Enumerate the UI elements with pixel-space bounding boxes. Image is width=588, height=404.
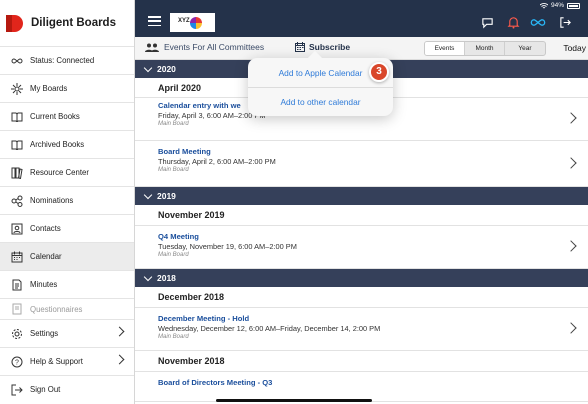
sidebar-item-label: Sign Out	[30, 385, 61, 394]
brand: Diligent Boards	[0, 0, 134, 47]
event-board: Main Board	[158, 252, 189, 258]
chevron-down-icon	[143, 190, 153, 199]
view-segmented-control: Events Month Year	[424, 41, 546, 56]
minutes-icon	[11, 279, 23, 291]
sidebar-item-settings[interactable]: Settings	[0, 320, 134, 347]
calendar-subscribe-icon	[295, 42, 305, 52]
sidebar-item-my-boards[interactable]: My Boards	[0, 75, 134, 102]
sidebar-item-minutes[interactable]: Minutes	[0, 271, 134, 298]
year-label: 2018	[157, 273, 176, 283]
device-status-bar: 94%	[539, 2, 580, 9]
sidebar-item-label: Contacts	[30, 224, 61, 233]
archive-book-icon	[11, 139, 23, 151]
sidebar-item-label: Settings	[30, 329, 59, 338]
view-month-tab[interactable]: Month	[465, 42, 505, 55]
home-indicator	[216, 399, 372, 402]
committee-filter-label: Events For All Committees	[164, 42, 265, 52]
brand-name: Diligent Boards	[31, 17, 116, 29]
month-header: December 2018	[135, 287, 588, 308]
boards-icon	[11, 82, 23, 95]
svg-text:?: ?	[15, 359, 19, 366]
gear-icon	[11, 328, 23, 340]
event-row[interactable]: Board of Directors Meeting - Q3	[135, 372, 588, 402]
sidebar-item-label: Resource Center	[30, 168, 89, 177]
sidebar-item-questionnaires[interactable]: Questionnaires	[0, 299, 134, 319]
sidebar-item-label: Minutes	[30, 280, 58, 289]
org-logo-circle-icon	[189, 16, 202, 29]
month-header: November 2018	[135, 351, 588, 372]
chevron-down-icon	[143, 63, 153, 72]
org-logo-text: XYZ	[178, 18, 190, 24]
calendar-toolbar: Events For All Committees Subscribe Even…	[135, 37, 588, 60]
top-header: XYZ 94%	[135, 0, 588, 37]
sidebar-item-help[interactable]: ? Help & Support	[0, 348, 134, 375]
event-row[interactable]: Board Meeting Thursday, April 2, 6:00 AM…	[135, 141, 588, 187]
sidebar-item-label: Help & Support	[30, 357, 83, 366]
chevron-right-icon	[114, 354, 125, 365]
year-header[interactable]: 2018	[135, 269, 588, 287]
organization-logo: XYZ	[170, 13, 215, 32]
sidebar-item-nominations[interactable]: Nominations	[0, 187, 134, 214]
sidebar-item-label: Calendar	[30, 252, 62, 261]
sign-out-icon	[11, 384, 23, 396]
view-events-tab[interactable]: Events	[425, 42, 465, 55]
chat-icon[interactable]	[481, 16, 494, 29]
sync-status-icon[interactable]	[530, 16, 546, 29]
committee-people-icon	[145, 43, 159, 52]
sidebar-item-contacts[interactable]: Contacts	[0, 215, 134, 242]
event-board: Main Board	[158, 167, 189, 173]
contacts-icon	[11, 223, 23, 235]
sidebar-item-label: Archived Books	[30, 140, 85, 149]
subscribe-button[interactable]: Subscribe	[295, 42, 350, 52]
sidebar-item-calendar[interactable]: Calendar	[0, 243, 134, 270]
battery-icon	[567, 2, 580, 9]
committee-filter[interactable]: Events For All Committees	[145, 42, 264, 52]
event-title: Board of Directors Meeting - Q3	[158, 378, 273, 387]
today-button[interactable]: Today	[563, 43, 586, 53]
event-time: Thursday, April 2, 6:00 AM–2:00 PM	[158, 157, 276, 166]
sidebar-item-label: My Boards	[30, 84, 68, 93]
event-title: Q4 Meeting	[158, 232, 199, 241]
event-board: Main Board	[158, 334, 189, 340]
event-row[interactable]: Q4 Meeting Tuesday, November 19, 6:00 AM…	[135, 226, 588, 269]
month-header: November 2019	[135, 205, 588, 226]
exit-icon[interactable]	[559, 16, 572, 29]
event-time: Wednesday, December 12, 6:00 AM–Friday, …	[158, 324, 381, 333]
add-to-other-calendar-option[interactable]: Add to other calendar	[248, 87, 393, 116]
event-board: Main Board	[158, 121, 189, 127]
sidebar: Diligent Boards Status: Connected My Boa…	[0, 0, 135, 404]
chevron-right-icon	[114, 326, 125, 337]
sidebar-item-archived-books[interactable]: Archived Books	[0, 131, 134, 158]
chevron-down-icon	[143, 272, 153, 281]
event-title: December Meeting - Hold	[158, 314, 250, 323]
sidebar-item-current-books[interactable]: Current Books	[0, 103, 134, 130]
battery-percent: 94%	[550, 2, 564, 9]
questionnaire-icon	[11, 303, 23, 315]
calendar-icon	[11, 251, 23, 263]
hamburger-menu-icon[interactable]	[148, 16, 161, 27]
sidebar-item-label: Nominations	[30, 196, 74, 205]
step-number-badge: 3	[369, 62, 389, 82]
year-header[interactable]: 2019	[135, 187, 588, 205]
nominations-icon	[11, 195, 23, 207]
resource-icon	[11, 167, 23, 179]
sidebar-item-sign-out[interactable]: Sign Out	[0, 376, 134, 403]
view-year-tab[interactable]: Year	[505, 42, 545, 55]
event-title: Board Meeting	[158, 147, 211, 156]
sidebar-item-label: Current Books	[30, 112, 80, 121]
sidebar-item-label: Status: Connected	[30, 56, 95, 65]
wifi-icon	[539, 2, 548, 8]
help-icon: ?	[11, 356, 23, 368]
infinity-icon	[11, 55, 23, 67]
sidebar-item-resource-center[interactable]: Resource Center	[0, 159, 134, 186]
sidebar-item-status[interactable]: Status: Connected	[0, 47, 134, 74]
diligent-logo-icon	[6, 14, 23, 32]
year-label: 2020	[157, 64, 176, 74]
event-time: Tuesday, November 19, 6:00 AM–2:00 PM	[158, 242, 297, 251]
book-icon	[11, 111, 23, 123]
notification-bell-icon[interactable]	[507, 16, 520, 29]
sidebar-item-label: Questionnaires	[30, 304, 83, 314]
event-row[interactable]: December Meeting - Hold Wednesday, Decem…	[135, 308, 588, 351]
year-label: 2019	[157, 191, 176, 201]
